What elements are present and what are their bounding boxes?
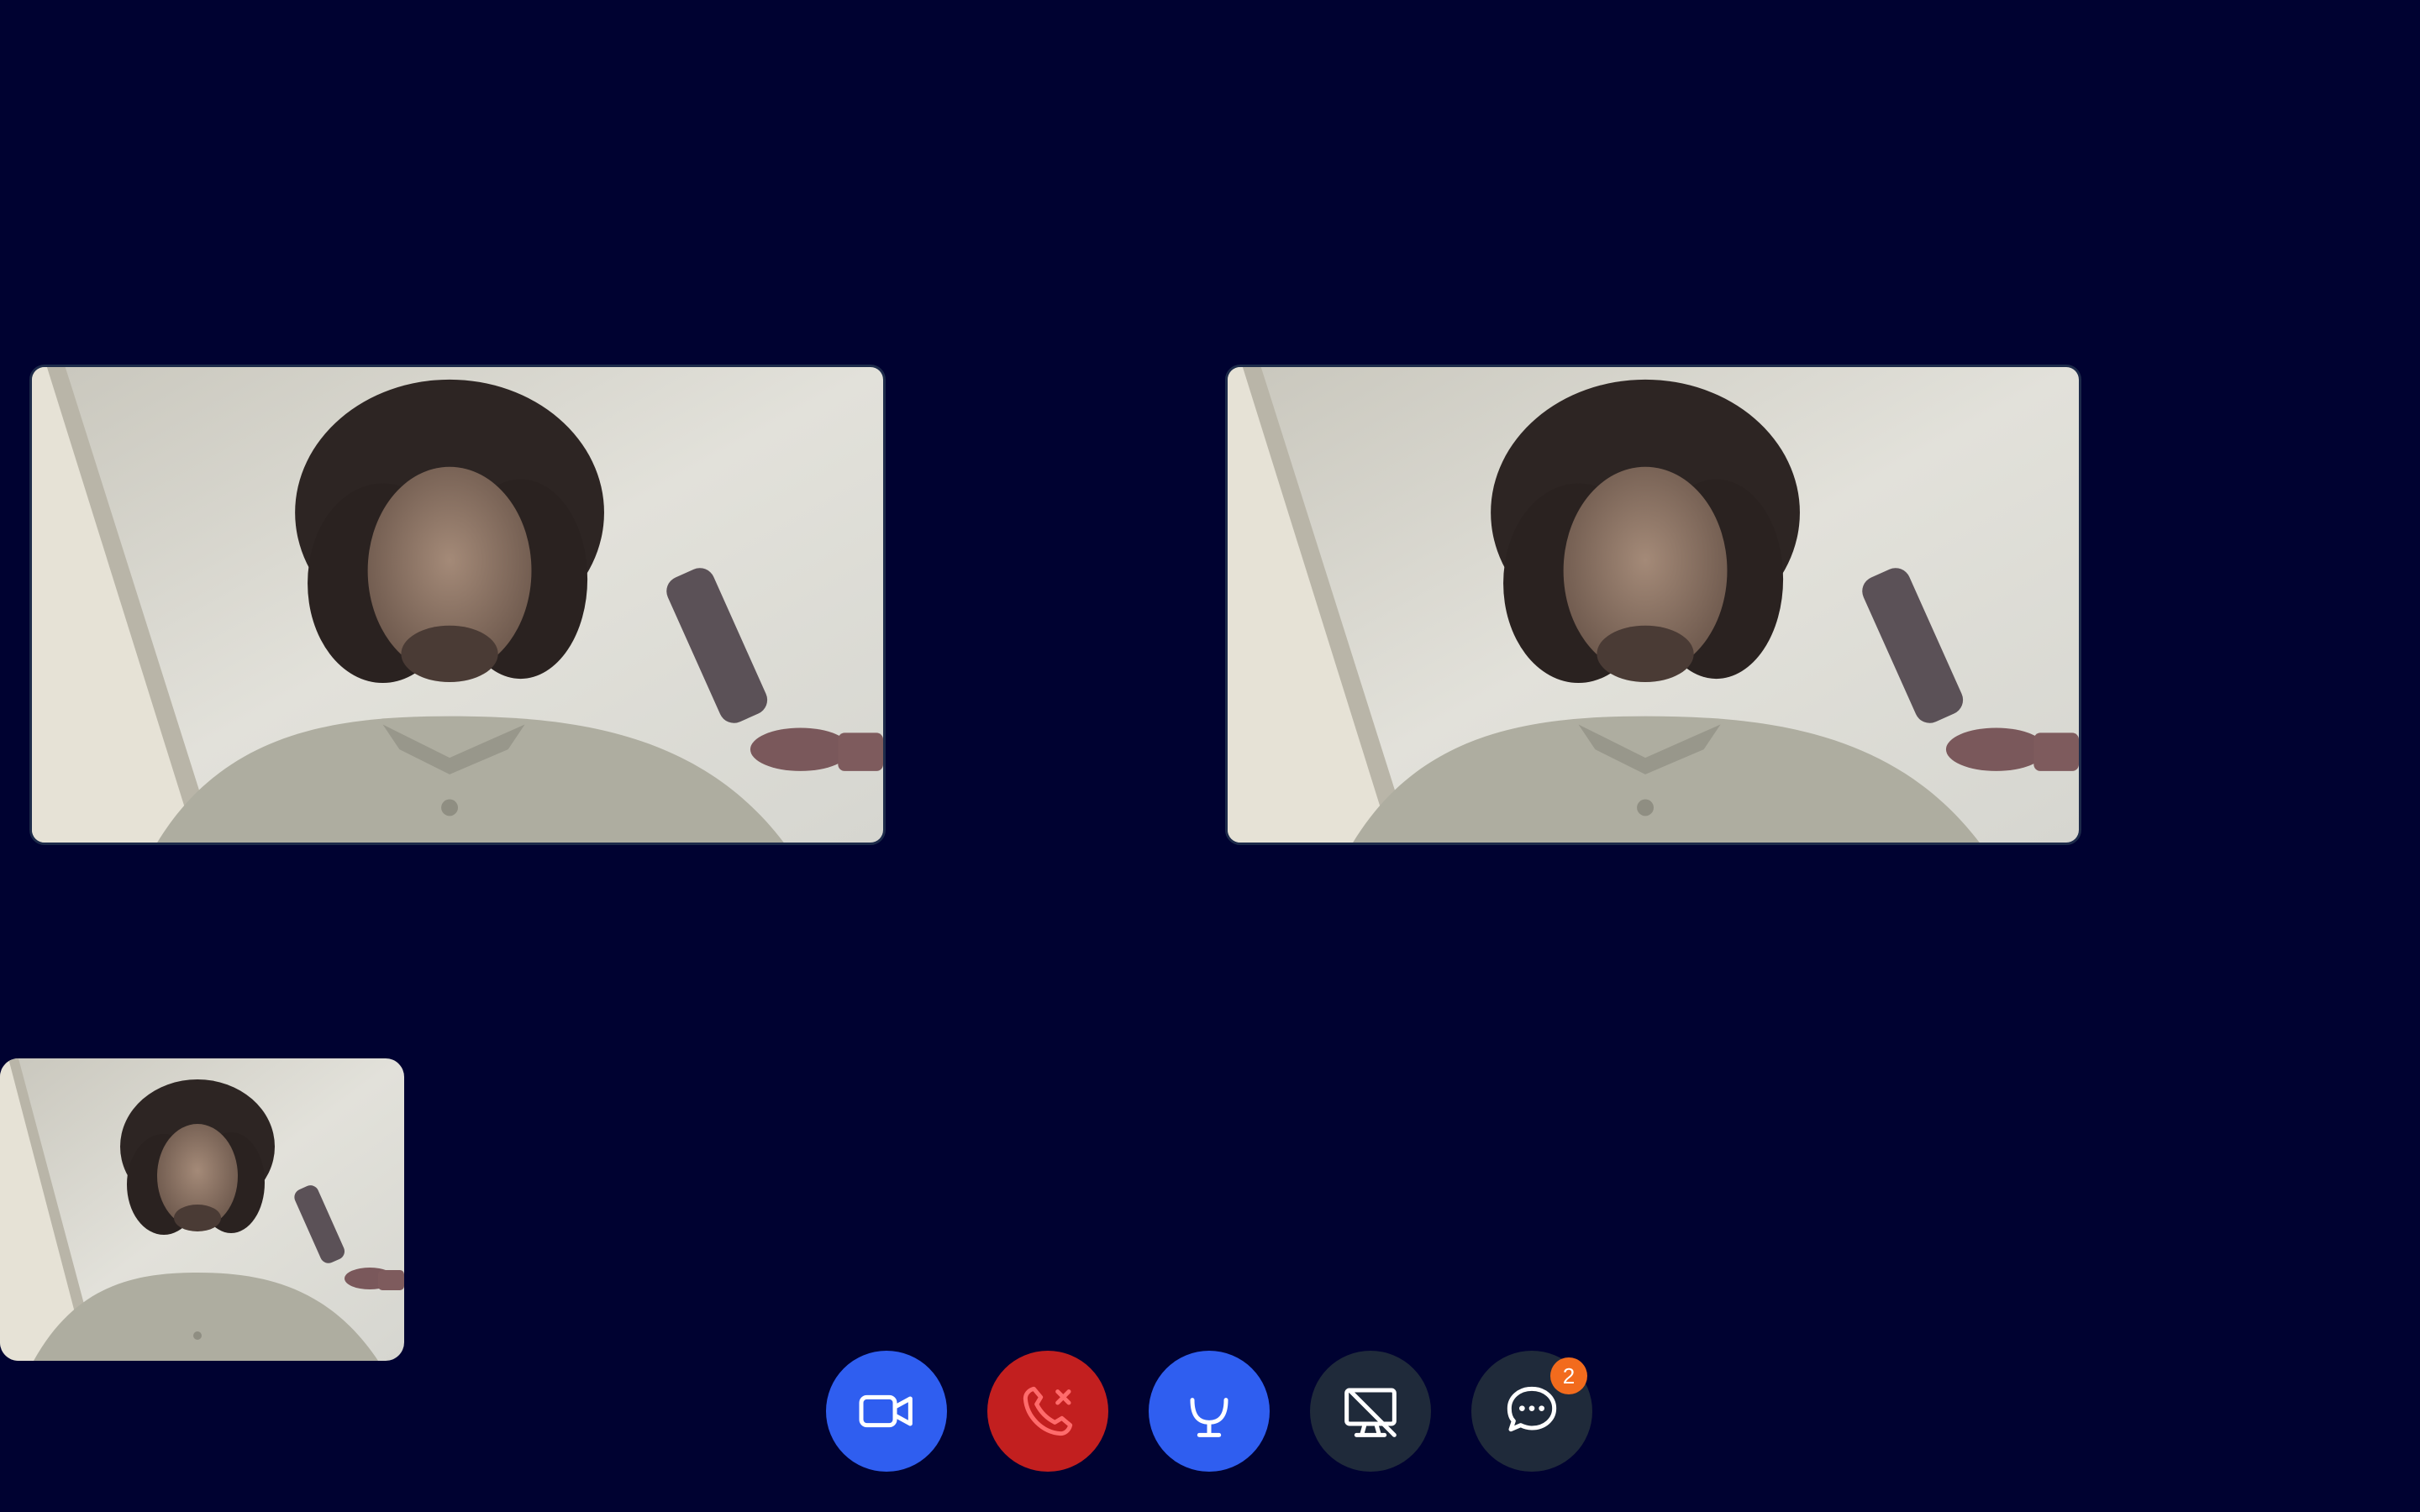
remote-video-tile[interactable] (1225, 365, 2081, 845)
screen-share-button[interactable] (1310, 1351, 1431, 1472)
toggle-camera-button[interactable] (826, 1351, 947, 1472)
end-call-button[interactable] (987, 1351, 1108, 1472)
unread-messages-badge: 2 (1550, 1357, 1587, 1394)
toggle-microphone-button[interactable] (1149, 1351, 1270, 1472)
self-video-frame (0, 1058, 404, 1361)
call-control-bar: 2 (826, 1351, 1594, 1472)
participant-video-frame (1228, 367, 2079, 843)
video-call-stage: 2 (0, 0, 2420, 1512)
phone-hangup-icon (1023, 1386, 1073, 1436)
chat-button[interactable]: 2 (1471, 1351, 1592, 1472)
video-camera-icon (859, 1394, 913, 1428)
screen-share-off-icon (1344, 1388, 1397, 1437)
remote-video-tile[interactable] (29, 365, 886, 845)
self-view-tile[interactable] (0, 1058, 404, 1361)
participant-video-frame (32, 367, 883, 843)
microphone-icon (1190, 1398, 1228, 1437)
